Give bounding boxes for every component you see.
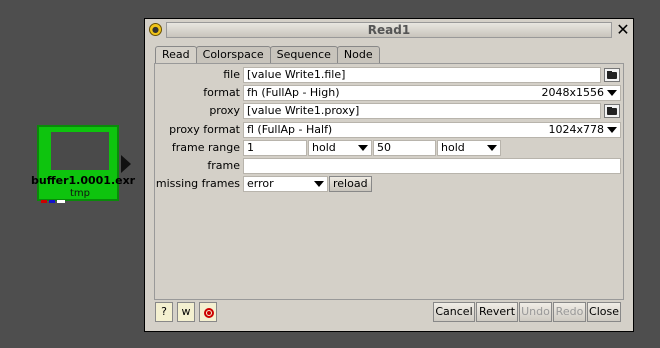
missing-frames-value: error xyxy=(247,177,274,190)
frame-end-input[interactable]: 50 xyxy=(373,140,436,156)
frame-label: frame xyxy=(207,159,240,172)
frame-start-mode-dropdown[interactable]: hold xyxy=(308,140,372,156)
target-button[interactable] xyxy=(199,302,217,322)
redo-button[interactable]: Redo xyxy=(553,302,586,322)
file-label: file xyxy=(223,68,240,81)
read-node[interactable]: buffer1.0001.exr tmp xyxy=(31,125,135,203)
app-icon: ● xyxy=(149,23,162,36)
missing-frames-row: missing frames error reload xyxy=(155,176,625,192)
folder-icon[interactable] xyxy=(604,104,620,118)
frame-end-mode-dropdown[interactable]: hold xyxy=(437,140,501,156)
chevron-down-icon xyxy=(487,145,497,151)
frame-range-label: frame range xyxy=(171,141,240,154)
frame-range-row: frame range 1 hold 50 hold xyxy=(155,140,625,156)
read-properties-dialog: ● Read1 ✕ Read Colorspace Sequence Node … xyxy=(144,18,634,332)
node-channel-marks xyxy=(41,200,81,203)
close-button[interactable]: Close xyxy=(587,302,621,322)
tab-bar: Read Colorspace Sequence Node xyxy=(155,46,380,64)
target-icon xyxy=(204,308,214,318)
w-button[interactable]: w xyxy=(177,302,195,322)
close-icon[interactable]: ✕ xyxy=(615,21,631,39)
red-mark xyxy=(41,200,47,203)
format-value: fh (FullAp - High) xyxy=(247,86,340,99)
folder-icon[interactable] xyxy=(604,68,620,82)
frame-row: frame xyxy=(155,158,625,174)
tab-sequence[interactable]: Sequence xyxy=(269,46,338,63)
frame-start-mode-value: hold xyxy=(312,141,336,154)
proxy-input[interactable]: [value Write1.proxy] xyxy=(243,103,601,119)
proxy-format-row: proxy format fl (FullAp - Half) 1024x778 xyxy=(155,122,625,138)
blue-mark xyxy=(49,200,55,203)
proxy-format-label: proxy format xyxy=(169,123,240,136)
undo-button[interactable]: Undo xyxy=(519,302,552,322)
node-subtitle: tmp xyxy=(69,188,90,199)
reload-button[interactable]: reload xyxy=(329,176,372,192)
file-input[interactable]: [value Write1.file] xyxy=(243,67,601,83)
proxy-format-size: 1024x778 xyxy=(548,123,605,136)
format-size: 2048x1556 xyxy=(541,86,605,99)
proxy-format-dropdown[interactable]: fl (FullAp - Half) 1024x778 xyxy=(243,122,621,138)
chevron-down-icon xyxy=(314,181,324,187)
node-output-arrow[interactable] xyxy=(121,155,131,173)
cancel-button[interactable]: Cancel xyxy=(433,302,475,322)
format-label: format xyxy=(203,86,240,99)
frame-input[interactable] xyxy=(243,158,621,174)
white-mark xyxy=(57,200,65,203)
node-name: buffer1.0001.exr xyxy=(31,174,136,187)
proxy-label: proxy xyxy=(209,104,240,117)
node-thumbnail xyxy=(51,132,109,170)
tab-colorspace[interactable]: Colorspace xyxy=(195,46,271,63)
title-bar[interactable]: ● Read1 ✕ xyxy=(145,19,633,41)
frame-end-mode-value: hold xyxy=(441,141,465,154)
proxy-row: proxy [value Write1.proxy] xyxy=(155,103,625,119)
chevron-down-icon xyxy=(607,127,617,133)
tab-node[interactable]: Node xyxy=(336,46,380,63)
missing-frames-label: missing frames xyxy=(155,177,240,190)
dialog-title: Read1 xyxy=(166,22,612,38)
tab-read[interactable]: Read xyxy=(155,46,197,64)
proxy-format-value: fl (FullAp - Half) xyxy=(247,123,333,136)
chevron-down-icon xyxy=(607,90,617,96)
bottom-bar: ? w Cancel Revert Undo Redo Close xyxy=(154,302,624,324)
format-row: format fh (FullAp - High) 2048x1556 xyxy=(155,85,625,101)
revert-button[interactable]: Revert xyxy=(476,302,518,322)
format-dropdown[interactable]: fh (FullAp - High) 2048x1556 xyxy=(243,85,621,101)
help-button[interactable]: ? xyxy=(155,302,173,322)
chevron-down-icon xyxy=(358,145,368,151)
read-tab-panel: file [value Write1.file] format fh (Full… xyxy=(154,63,624,300)
frame-start-input[interactable]: 1 xyxy=(243,140,307,156)
file-row: file [value Write1.file] xyxy=(155,67,625,83)
missing-frames-dropdown[interactable]: error xyxy=(243,176,328,192)
